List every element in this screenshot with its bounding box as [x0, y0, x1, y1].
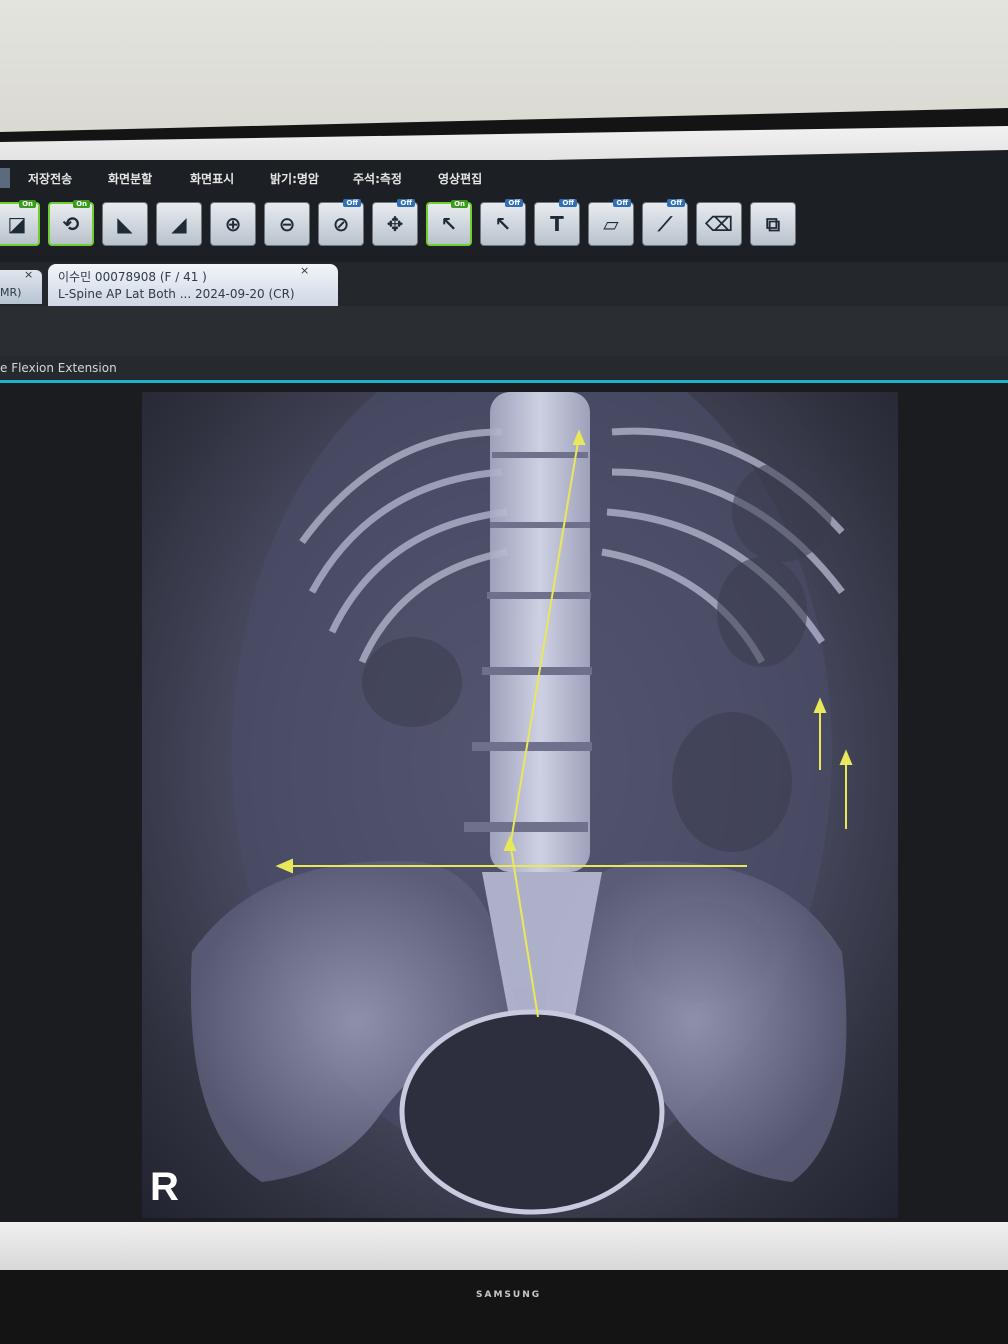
screen-bottom-glare	[0, 1222, 1008, 1270]
magnifier-button[interactable]: Off ⊘	[318, 199, 364, 246]
ruler-icon: ▱	[603, 212, 619, 236]
menu-bar: 저장전송 화면분할 화면표시 밝기:명암 주석:측정 영상편집	[0, 160, 1008, 196]
study-info: L-Spine AP Lat Both ... 2024-09-20 (CR)	[58, 287, 295, 301]
invert-button[interactable]: ◢	[156, 202, 202, 246]
flip-button[interactable]: ◣	[102, 202, 148, 246]
magnifier-icon: ⊘	[332, 212, 350, 236]
xray-drawing	[190, 392, 853, 1215]
menu-image-edit[interactable]: 영상편집	[438, 170, 482, 187]
state-tag: Off	[505, 199, 523, 207]
series-label: e Flexion Extension	[0, 361, 117, 375]
pelvic-inlet	[399, 1009, 665, 1215]
close-icon[interactable]: ×	[24, 268, 33, 281]
zoom-out-button[interactable]: ⊖	[264, 202, 310, 246]
rotate-icon: ⟲	[62, 212, 80, 236]
state-tag: Off	[559, 199, 577, 207]
pan-button[interactable]: Off ✥	[372, 199, 418, 246]
state-tag: On	[451, 200, 468, 208]
menu-screen-split[interactable]: 화면분할	[108, 170, 152, 187]
arrow-icon: ↖	[440, 212, 458, 236]
orientation-marker: R	[150, 1165, 179, 1209]
text-arrow-button[interactable]: Off ↖	[480, 199, 526, 246]
eraser-button[interactable]: ⌫	[696, 202, 742, 246]
xray-image[interactable]	[142, 392, 898, 1218]
window-level-icon: ◪	[7, 212, 27, 236]
state-tag: On	[73, 200, 90, 208]
annotation-arrowhead	[839, 749, 853, 765]
text-icon: T	[550, 212, 564, 236]
state-tag: Off	[343, 199, 361, 207]
network-button[interactable]: ⧉	[750, 202, 796, 246]
state-tag: Off	[397, 199, 415, 207]
toolbar: On ◪ On ⟲ ◣ ◢ ⊕ ⊖ Off ⊘ Off ✥ On ↖ Off ↖…	[0, 196, 1008, 254]
tab-previous[interactable]: MR) ×	[0, 268, 42, 304]
menu-brightness-contrast[interactable]: 밝기:명암	[270, 170, 319, 187]
pan-icon: ✥	[386, 212, 404, 236]
patient-info: 이수민 00078908 (F / 41 )	[58, 270, 207, 284]
line-icon: ⟋	[658, 212, 672, 236]
menu-screen-display[interactable]: 화면표시	[190, 170, 234, 187]
zoom-out-icon: ⊖	[278, 212, 296, 236]
zoom-in-icon: ⊕	[224, 212, 242, 236]
state-tag: Off	[613, 199, 631, 207]
line-button[interactable]: Off ⟋	[642, 199, 688, 246]
menu-tab-stub[interactable]	[0, 168, 10, 188]
eraser-icon: ⌫	[704, 212, 734, 236]
invert-icon: ◢	[171, 212, 187, 236]
series-bar	[0, 356, 1008, 382]
menu-annotation-measure[interactable]: 주석:측정	[353, 170, 402, 187]
arrow-button[interactable]: On ↖	[426, 200, 472, 246]
ruler-button[interactable]: Off ▱	[588, 199, 634, 246]
network-icon: ⧉	[765, 212, 781, 236]
rotate-button[interactable]: On ⟲	[48, 200, 94, 246]
flip-icon: ◣	[117, 212, 133, 236]
tab-previous-label: MR)	[0, 286, 22, 299]
text-arrow-icon: ↖	[494, 212, 512, 236]
header-strip	[0, 306, 1008, 356]
text-button[interactable]: Off T	[534, 199, 580, 246]
state-tag: On	[19, 200, 36, 208]
tab-active-study[interactable]: 이수민 00078908 (F / 41 ) L-Spine AP Lat Bo…	[48, 264, 338, 306]
window-level-button[interactable]: On ◪	[0, 200, 40, 246]
brand-logo: SAMSUNG	[476, 1290, 542, 1300]
zoom-in-button[interactable]: ⊕	[210, 202, 256, 246]
state-tag: Off	[667, 199, 685, 207]
menu-save-send[interactable]: 저장전송	[28, 170, 72, 187]
close-icon[interactable]: ×	[300, 264, 309, 277]
